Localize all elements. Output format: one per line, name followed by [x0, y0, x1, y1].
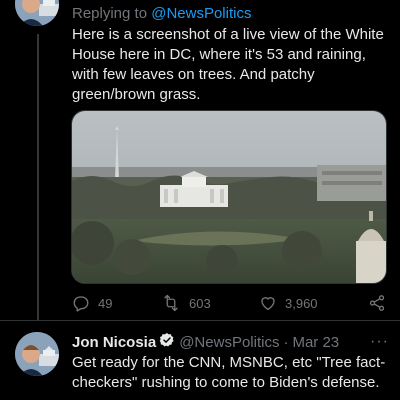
white-house-photo [72, 111, 386, 283]
replying-to-label: Replying to [72, 5, 152, 22]
separator-dot: · [283, 333, 289, 351]
retweet-icon [164, 294, 178, 312]
tweet-date[interactable]: Mar 23 [292, 334, 339, 351]
tweet-divider [0, 320, 400, 321]
thread-line [37, 34, 39, 320]
share-button[interactable] [368, 294, 386, 312]
reply-button[interactable]: 49 [72, 294, 112, 312]
author-handle[interactable]: @NewsPolitics [179, 334, 279, 351]
verified-badge-icon [159, 332, 175, 352]
replying-to: Replying to @NewsPolitics [72, 5, 251, 22]
more-options-icon[interactable]: ··· [370, 333, 389, 351]
heart-icon [261, 297, 275, 311]
like-button[interactable]: 3,960 [259, 294, 318, 312]
avatar-image [15, 332, 59, 376]
tweet-text: Here is a screenshot of a live view of t… [72, 26, 384, 103]
like-count: 3,960 [285, 295, 318, 311]
retweet-button[interactable]: 603 [161, 294, 211, 312]
reply-count: 49 [98, 295, 113, 311]
tweet-text: Get ready for the CNN, MSNBC, etc "Tree … [72, 354, 386, 391]
share-icon [369, 295, 385, 311]
reply-icon [73, 296, 89, 312]
tweet-header: Jon Nicosia @NewsPolitics · Mar 23 [72, 332, 339, 352]
author-name[interactable]: Jon Nicosia [72, 334, 156, 351]
replying-to-handle-link[interactable]: @NewsPolitics [151, 5, 251, 22]
tweet-actions: 49 603 3,960 [72, 292, 388, 314]
tweet-image[interactable] [71, 110, 387, 284]
avatar[interactable] [15, 332, 59, 376]
avatar[interactable] [15, 0, 59, 26]
retweet-count: 603 [189, 295, 211, 311]
avatar-image [15, 0, 59, 26]
